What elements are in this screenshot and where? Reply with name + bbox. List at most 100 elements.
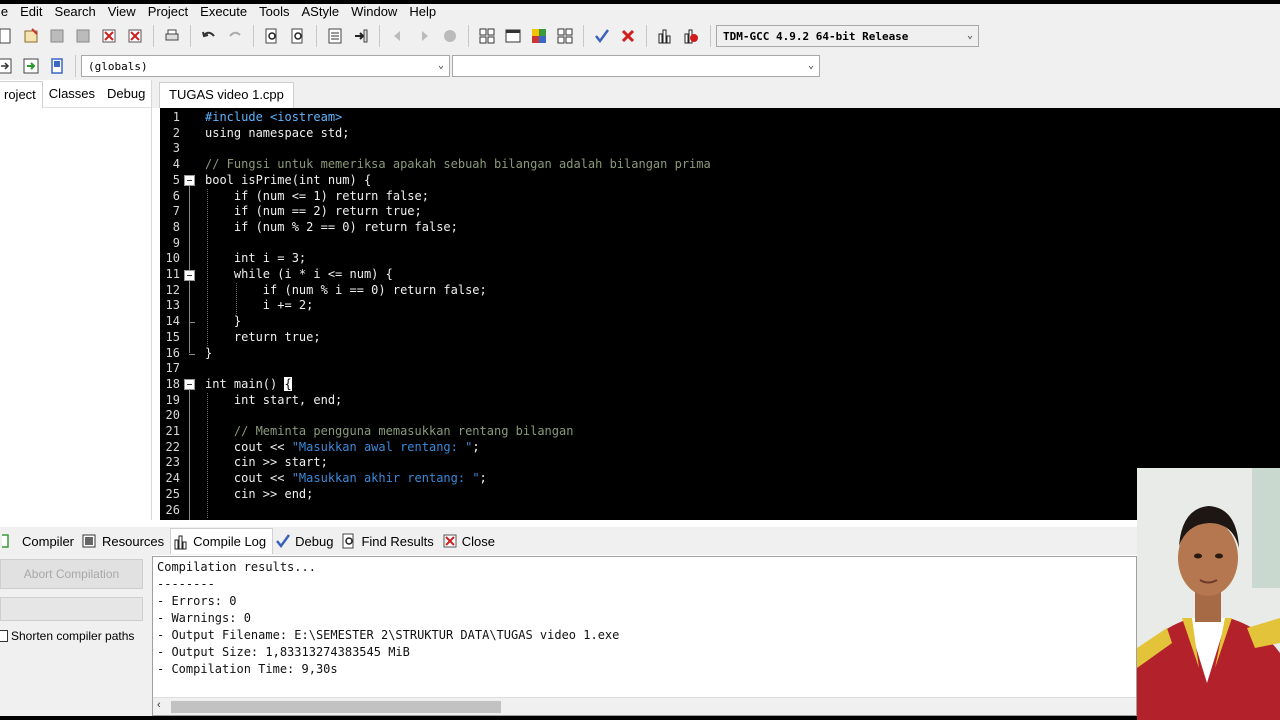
compile-icon xyxy=(532,29,546,43)
tab-resources[interactable]: Resources xyxy=(80,528,170,554)
tab-close[interactable]: Close xyxy=(440,528,501,554)
tab-classes[interactable]: Classes xyxy=(43,80,101,108)
tab-project[interactable]: roject xyxy=(0,81,43,108)
bookmark-next-button[interactable] xyxy=(413,25,435,47)
log-line: - Output Filename: E:\SEMESTER 2\STRUKTU… xyxy=(157,628,620,642)
menu-help[interactable]: Help xyxy=(404,4,443,20)
syntax-check-button[interactable] xyxy=(591,25,613,47)
open-button[interactable] xyxy=(20,25,42,47)
fold-line xyxy=(189,280,190,322)
compile-button[interactable] xyxy=(528,25,550,47)
tab-debug-output[interactable]: Debug xyxy=(273,528,339,554)
line-number: 22 xyxy=(165,439,180,454)
stop-button[interactable] xyxy=(617,25,639,47)
code-line: if (num % i == 0) return false; xyxy=(205,282,487,297)
bookmark-toggle-button[interactable] xyxy=(439,25,461,47)
line-number: 21 xyxy=(165,424,180,438)
shorten-paths-option[interactable]: Shorten compiler paths xyxy=(0,629,134,643)
shorten-paths-checkbox[interactable] xyxy=(0,630,8,642)
redo-button[interactable] xyxy=(224,25,246,47)
toggle-panel-button[interactable] xyxy=(46,55,68,77)
profile-button[interactable] xyxy=(654,25,676,47)
menu-bar: le Edit Search View Project Execute Tool… xyxy=(0,4,1280,20)
layout-grid-button[interactable] xyxy=(476,25,498,47)
abort-compilation-button[interactable]: Abort Compilation xyxy=(0,559,143,589)
menu-edit[interactable]: Edit xyxy=(15,4,49,20)
scrollbar-thumb[interactable] xyxy=(171,701,501,713)
menu-file[interactable]: le xyxy=(0,4,15,20)
line-number: 3 xyxy=(172,141,180,156)
compile-progress-bar xyxy=(0,597,143,621)
tab-compiler[interactable]: Compiler xyxy=(0,528,80,554)
fold-toggle-icon[interactable] xyxy=(184,269,195,281)
chart-icon xyxy=(174,535,187,549)
code-line: if (num % 2 == 0) return false; xyxy=(205,219,458,234)
find-button[interactable] xyxy=(261,25,283,47)
line-number: 7 xyxy=(172,204,180,219)
insert-button[interactable] xyxy=(0,55,16,77)
fold-toggle-icon[interactable] xyxy=(184,379,195,391)
close-all-icon xyxy=(128,29,142,43)
panel-icon xyxy=(51,58,63,74)
save-all-button[interactable] xyxy=(72,25,94,47)
member-select[interactable]: ⌄ xyxy=(452,55,820,77)
fold-toggle-icon[interactable] xyxy=(184,175,195,187)
menu-execute[interactable]: Execute xyxy=(195,4,254,20)
window-icon xyxy=(505,29,521,43)
menu-astyle[interactable]: AStyle xyxy=(297,4,347,20)
file-tab[interactable]: TUGAS video 1.cpp xyxy=(159,82,294,108)
menu-search[interactable]: Search xyxy=(50,4,103,20)
line-number: 9 xyxy=(172,235,180,250)
print-button[interactable] xyxy=(161,25,183,47)
goto-button[interactable] xyxy=(350,25,372,47)
save-button[interactable] xyxy=(46,25,68,47)
toolbar-separator xyxy=(316,25,317,47)
indent-button[interactable] xyxy=(324,25,346,47)
code-line: } xyxy=(205,314,242,329)
scope-select[interactable]: (globals) ⌄ xyxy=(81,55,450,77)
new-file-button[interactable] xyxy=(0,25,16,47)
replace-button[interactable] xyxy=(287,25,309,47)
scroll-left-icon[interactable]: ‹ xyxy=(157,699,161,711)
bookmark-prev-button[interactable] xyxy=(387,25,409,47)
menu-view[interactable]: View xyxy=(103,4,143,20)
line-number: 24 xyxy=(165,471,180,486)
line-number: 23 xyxy=(165,455,180,470)
menu-tools[interactable]: Tools xyxy=(254,4,296,20)
tab-compile-log[interactable]: Compile Log xyxy=(170,528,274,554)
code-line: return true; xyxy=(205,329,321,344)
code-line: bool isPrime(int num) { xyxy=(205,172,372,187)
goto-definition-button[interactable] xyxy=(20,55,42,77)
compiler-controls: Abort Compilation Shorten compiler paths xyxy=(0,555,152,720)
delete-profile-button[interactable] xyxy=(680,25,702,47)
webcam-person-image xyxy=(1137,468,1280,720)
line-number: 14 xyxy=(165,314,180,329)
compiler-select[interactable]: TDM-GCC 4.9.2 64-bit Release ⌄ xyxy=(716,25,979,47)
code-editor[interactable]: 1 2 3 4 5 6 7 8 9 10 11 12 13 14 15 16 17 18 19 20 21 22 23 24 2… xyxy=(160,108,1280,520)
tab-find-results[interactable]: Find Results xyxy=(339,528,439,554)
menu-project[interactable]: Project xyxy=(143,4,195,20)
check-icon xyxy=(276,534,291,549)
menu-window[interactable]: Window xyxy=(346,4,404,20)
compile-log-output[interactable]: Compilation results... -------- - Errors… xyxy=(152,556,1137,716)
project-panel-tabs: roject Classes Debug xyxy=(0,80,151,108)
save-all-icon xyxy=(76,29,90,43)
fold-end-mark xyxy=(189,353,195,355)
stop-x-icon xyxy=(621,29,635,43)
close-all-button[interactable] xyxy=(124,25,146,47)
horizontal-scrollbar[interactable]: ‹ xyxy=(153,697,1136,715)
layout-window-button[interactable] xyxy=(502,25,524,47)
line-number: 1 xyxy=(172,110,180,124)
screen-bottom-band xyxy=(0,716,1137,720)
code-line: } xyxy=(205,345,213,360)
run-button[interactable] xyxy=(554,25,576,47)
undo-button[interactable] xyxy=(198,25,220,47)
line-number: 25 xyxy=(165,486,180,501)
toolbar-separator xyxy=(646,25,647,47)
code-line: // Fungsi untuk memeriksa apakah sebuah … xyxy=(205,157,711,172)
tab-debug[interactable]: Debug xyxy=(101,80,151,108)
fold-line xyxy=(189,390,190,520)
tab-compiler-label: Compiler xyxy=(22,533,75,549)
close-file-button[interactable] xyxy=(98,25,120,47)
line-number: 19 xyxy=(165,392,180,407)
